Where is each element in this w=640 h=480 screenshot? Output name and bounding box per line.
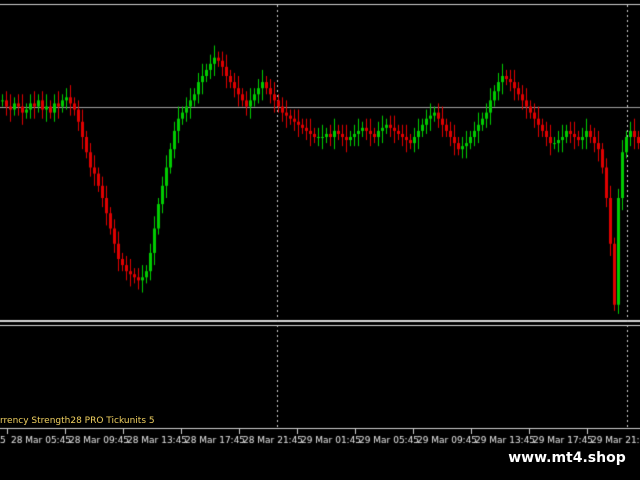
price-chart-canvas[interactable] — [0, 0, 640, 480]
watermark: www.mt4.shop — [497, 446, 637, 470]
indicator-label: rrency Strength28 PRO Tickunits 5 — [0, 416, 155, 426]
